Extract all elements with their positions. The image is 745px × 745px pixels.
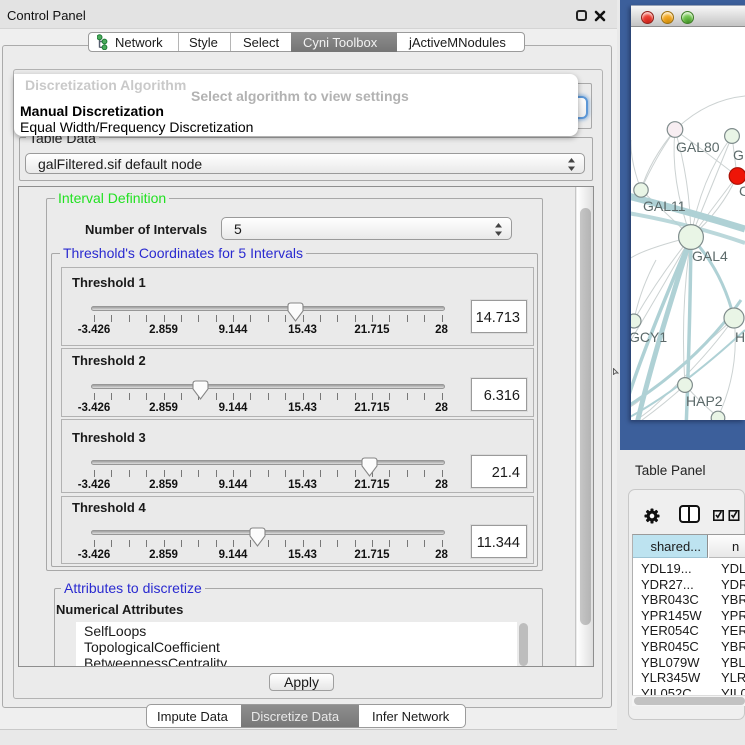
svg-text:GAL11: GAL11 [643, 198, 686, 214]
svg-text:GAL4: GAL4 [692, 248, 728, 264]
svg-text:GAL80: GAL80 [676, 139, 720, 155]
svg-text:C: C [739, 183, 745, 199]
svg-text:HAP2: HAP2 [686, 393, 723, 409]
svg-text:GCY1: GCY1 [631, 329, 667, 345]
svg-text:H: H [735, 329, 745, 345]
svg-text:G.: G. [733, 147, 745, 163]
